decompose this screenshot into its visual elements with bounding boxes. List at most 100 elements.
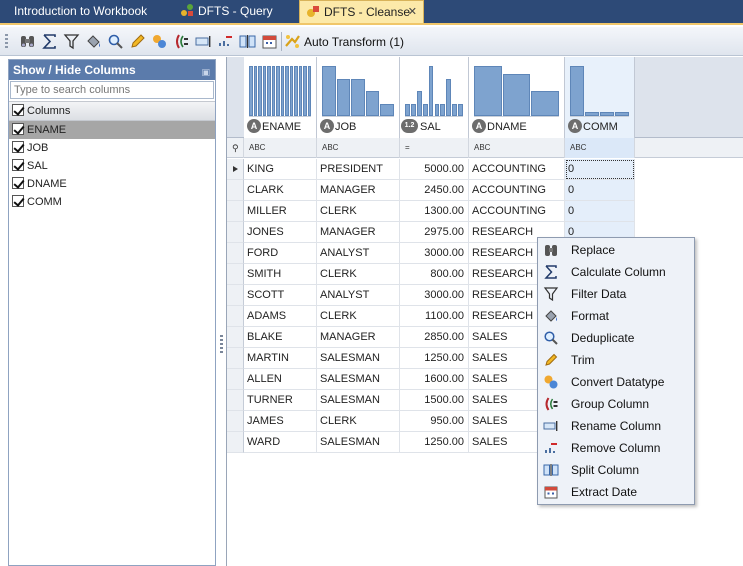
grid-cell-job[interactable]: SALESMAN <box>317 390 400 411</box>
tab-dfts-query[interactable]: DFTS - Query <box>172 0 298 23</box>
grid-cell-ename[interactable]: CLARK <box>244 180 317 201</box>
grid-cell-dname[interactable]: ACCOUNTING <box>469 159 565 180</box>
grid-cell-job[interactable]: CLERK <box>317 411 400 432</box>
grid-cell-job[interactable]: SALESMAN <box>317 432 400 453</box>
menu-item-deduplicate[interactable]: Deduplicate <box>538 327 694 349</box>
group-icon[interactable] <box>173 33 190 50</box>
grid-cell-ename[interactable]: TURNER <box>244 390 317 411</box>
row-header[interactable] <box>227 222 244 243</box>
grid-cell-ename[interactable]: WARD <box>244 432 317 453</box>
grid-cell-sal[interactable]: 1250.00 <box>400 348 469 369</box>
grid-cell-job[interactable]: CLERK <box>317 201 400 222</box>
grid-cell-dname[interactable]: ACCOUNTING <box>469 201 565 222</box>
menu-item-split-column[interactable]: Split Column <box>538 459 694 481</box>
grid-cell-sal[interactable]: 1600.00 <box>400 369 469 390</box>
pin-icon[interactable]: ▣ <box>201 62 210 82</box>
grid-cell-ename[interactable]: SMITH <box>244 264 317 285</box>
grid-cell-ename[interactable]: SCOTT <box>244 285 317 306</box>
grid-cell-job[interactable]: SALESMAN <box>317 348 400 369</box>
row-header[interactable] <box>227 159 244 180</box>
menu-item-rename-column[interactable]: Rename Column <box>538 415 694 437</box>
column-checkbox[interactable] <box>12 159 24 171</box>
column-toggle-sal[interactable]: SAL <box>9 157 215 175</box>
pencil-icon[interactable] <box>129 33 146 50</box>
close-tab-icon[interactable]: ✕ <box>408 1 417 24</box>
column-format-indicator[interactable]: ABC <box>244 138 317 158</box>
menu-item-filter-data[interactable]: Filter Data <box>538 283 694 305</box>
grid-cell-sal[interactable]: 3000.00 <box>400 243 469 264</box>
grid-cell-ename[interactable]: FORD <box>244 243 317 264</box>
column-checkbox[interactable] <box>12 177 24 189</box>
grid-cell-ename[interactable]: JAMES <box>244 411 317 432</box>
grid-cell-sal[interactable]: 950.00 <box>400 411 469 432</box>
datatype-badge[interactable]: A <box>568 119 582 133</box>
grid-cell-sal[interactable]: 1300.00 <box>400 201 469 222</box>
menu-item-convert-datatype[interactable]: Convert Datatype <box>538 371 694 393</box>
column-header-job[interactable]: A JOB <box>317 57 400 138</box>
filter-icon[interactable] <box>63 33 80 50</box>
row-header[interactable] <box>227 348 244 369</box>
grid-cell-sal[interactable]: 3000.00 <box>400 285 469 306</box>
datatype-badge[interactable]: A <box>320 119 334 133</box>
grid-cell-job[interactable]: CLERK <box>317 306 400 327</box>
panel-splitter-handle[interactable] <box>220 335 223 353</box>
menu-item-extract-date[interactable]: Extract Date <box>538 481 694 503</box>
menu-item-group-column[interactable]: Group Column <box>538 393 694 415</box>
grid-cell-sal[interactable]: 5000.00 <box>400 159 469 180</box>
menu-item-remove-column[interactable]: Remove Column <box>538 437 694 459</box>
column-toggle-comm[interactable]: COMM <box>9 193 215 211</box>
column-checkbox[interactable] <box>12 195 24 207</box>
row-header[interactable] <box>227 285 244 306</box>
column-format-indicator[interactable]: ABC <box>565 138 635 158</box>
column-format-indicator[interactable]: ABC <box>469 138 565 158</box>
tab-introduction-to-workbook[interactable]: Introduction to Workbook <box>0 0 170 23</box>
row-header[interactable] <box>227 201 244 222</box>
grid-cell-job[interactable]: CLERK <box>317 264 400 285</box>
column-toggle-dname[interactable]: DNAME <box>9 175 215 193</box>
column-header-sal[interactable]: 1.2 SAL <box>400 57 469 138</box>
row-header[interactable] <box>227 390 244 411</box>
column-checkbox[interactable] <box>12 123 24 135</box>
column-format-indicator[interactable]: = <box>400 138 469 158</box>
row-header[interactable] <box>227 180 244 201</box>
grid-cell-sal[interactable]: 2975.00 <box>400 222 469 243</box>
row-header[interactable] <box>227 243 244 264</box>
remove-icon[interactable] <box>217 33 234 50</box>
grid-cell-comm[interactable]: 0 <box>565 180 635 201</box>
row-header[interactable] <box>227 264 244 285</box>
magnifier-icon[interactable] <box>107 33 124 50</box>
grid-cell-job[interactable]: ANALYST <box>317 243 400 264</box>
grid-cell-ename[interactable]: MILLER <box>244 201 317 222</box>
grid-cell-ename[interactable]: KING <box>244 159 317 180</box>
calendar-icon[interactable] <box>261 33 278 50</box>
column-checkbox[interactable] <box>12 141 24 153</box>
grid-cell-ename[interactable]: JONES <box>244 222 317 243</box>
auto-transform-icon[interactable] <box>284 33 301 50</box>
row-header[interactable] <box>227 369 244 390</box>
grid-cell-dname[interactable]: ACCOUNTING <box>469 180 565 201</box>
column-toggle-job[interactable]: JOB <box>9 139 215 157</box>
column-header-comm[interactable]: A COMM <box>565 57 635 138</box>
column-toggle-ename[interactable]: ENAME <box>9 121 215 139</box>
binoculars-icon[interactable] <box>19 33 36 50</box>
grid-cell-ename[interactable]: BLAKE <box>244 327 317 348</box>
grid-cell-sal[interactable]: 2450.00 <box>400 180 469 201</box>
grid-cell-ename[interactable]: ALLEN <box>244 369 317 390</box>
sigma-icon[interactable] <box>41 33 58 50</box>
tab-dfts-cleanse[interactable]: DFTS - Cleanse ✕ <box>299 0 424 23</box>
menu-item-format[interactable]: Format <box>538 305 694 327</box>
row-header[interactable] <box>227 432 244 453</box>
grid-cell-job[interactable]: MANAGER <box>317 327 400 348</box>
row-header[interactable] <box>227 411 244 432</box>
column-header-ename[interactable]: A ENAME <box>244 57 317 138</box>
grid-cell-sal[interactable]: 1250.00 <box>400 432 469 453</box>
grid-cell-job[interactable]: PRESIDENT <box>317 159 400 180</box>
grid-cell-job[interactable]: ANALYST <box>317 285 400 306</box>
datatype-badge[interactable]: A <box>247 119 261 133</box>
datatype-badge[interactable]: 1.2 <box>401 119 418 133</box>
grid-cell-ename[interactable]: MARTIN <box>244 348 317 369</box>
toolbar-grip[interactable] <box>5 34 8 50</box>
grid-cell-sal[interactable]: 1500.00 <box>400 390 469 411</box>
column-search-input[interactable] <box>10 81 214 99</box>
row-header[interactable] <box>227 306 244 327</box>
